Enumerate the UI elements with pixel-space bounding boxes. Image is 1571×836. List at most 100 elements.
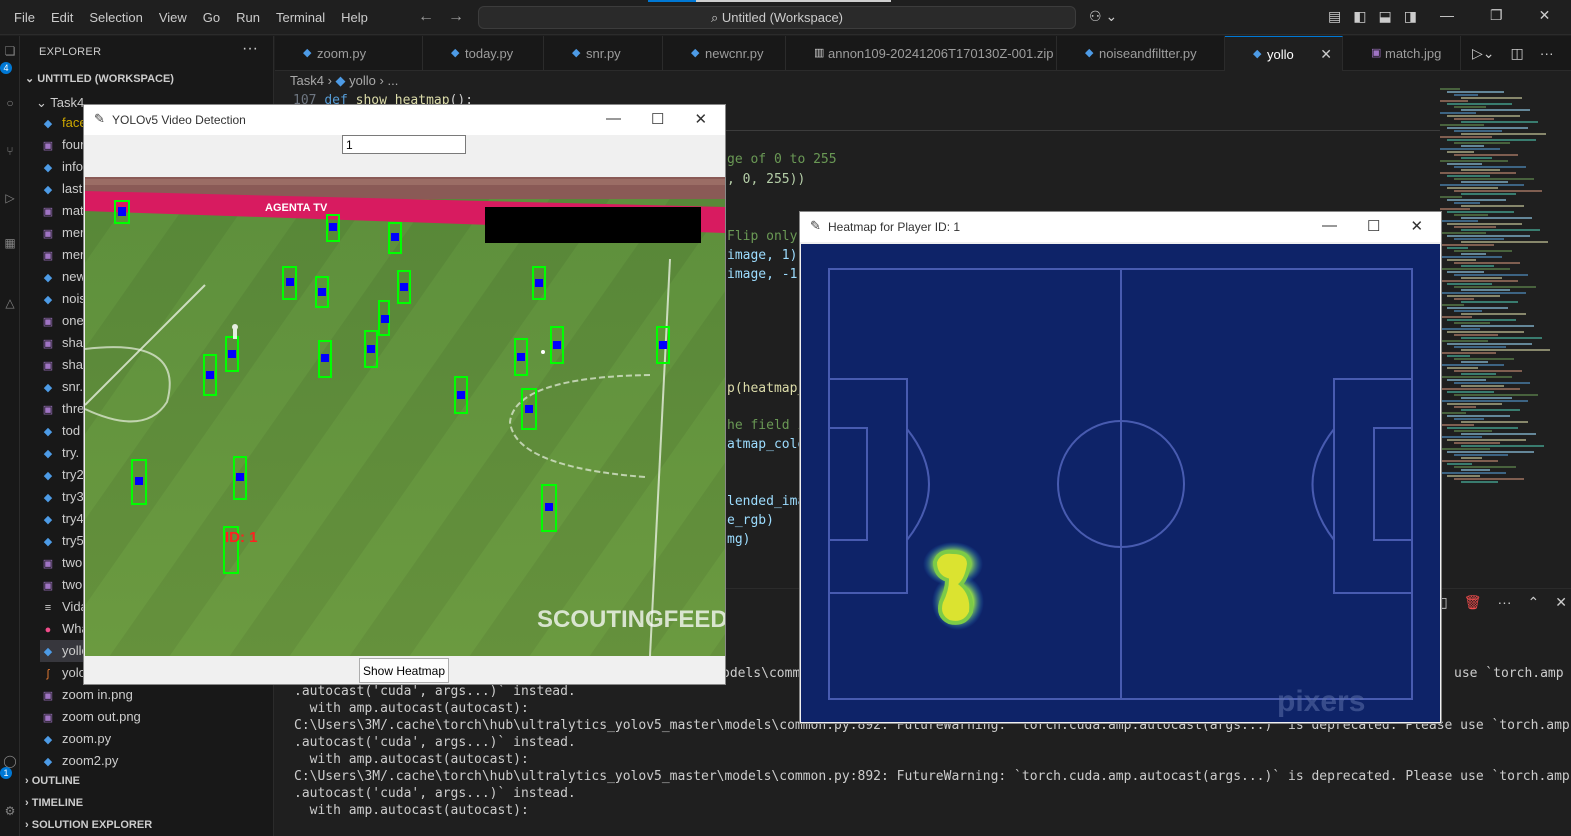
tab-zoom-py[interactable]: ◆ zoom.py	[275, 36, 423, 71]
python-file-icon: ◆	[43, 756, 53, 768]
trash-icon[interactable]: 🗑	[1464, 594, 1482, 611]
heatmap-window: ✎ Heatmap for Player ID: 1 — ☐ ✕ pixers	[799, 211, 1442, 724]
breadcrumb-symbol[interactable]: ...	[387, 73, 398, 88]
show-heatmap-button[interactable]: Show Heatmap	[359, 658, 449, 683]
minimap-line	[1454, 118, 1494, 120]
menu-help[interactable]: Help	[333, 10, 376, 25]
minimize-icon[interactable]: —	[606, 110, 621, 128]
restore-icon[interactable]: ❐	[1490, 7, 1503, 24]
maximize-icon[interactable]: ☐	[651, 110, 664, 128]
file-row[interactable]: ◆ zoom.py	[40, 728, 274, 750]
customize-layout-icon[interactable]: ▤	[1328, 8, 1341, 25]
code-fragment: , 0, 255))	[727, 172, 806, 187]
tab-noiseandfiltter-py[interactable]: ◆ noiseandfiltter.py	[1057, 36, 1225, 71]
close-icon[interactable]: ✕	[1410, 217, 1423, 235]
source-control-icon[interactable]: ⑂	[0, 144, 20, 158]
window-title: YOLOv5 Video Detection	[112, 113, 246, 127]
breadcrumb-file[interactable]: yollo	[349, 73, 376, 88]
command-center-search[interactable]: ⌕ Untitled (Workspace)	[478, 6, 1076, 29]
minimap-line	[1454, 322, 1490, 324]
forward-arrow-icon[interactable]: →	[448, 8, 464, 25]
tab-newcnr-py[interactable]: ◆ newcnr.py	[663, 36, 786, 71]
toggle-sidebar-icon[interactable]: ◧	[1353, 8, 1366, 25]
chevron-up-icon[interactable]: ⌃	[1528, 594, 1540, 611]
minimap-line	[1461, 469, 1490, 471]
file-label: mat	[62, 203, 84, 218]
testing-icon[interactable]: △	[0, 296, 20, 310]
minimap-line	[1440, 160, 1508, 162]
breadcrumb-folder[interactable]: Task4	[290, 73, 324, 88]
more-actions-icon[interactable]: ···	[1498, 594, 1512, 611]
more-actions-icon[interactable]: ···	[242, 40, 258, 58]
tab-today-py[interactable]: ◆ today.py	[423, 36, 544, 71]
zip-file-icon: ▥	[814, 47, 825, 59]
minimize-icon[interactable]: —	[1322, 217, 1337, 235]
minimap-line	[1461, 481, 1498, 483]
tab-zip-file[interactable]: ▥ annon109-20241206T170130Z-001.zip	[786, 36, 1057, 71]
run-icon[interactable]: ▷⌄	[1472, 45, 1495, 62]
workspace-header[interactable]: ⌄ UNTITLED (WORKSPACE)	[25, 72, 174, 85]
minimap-line	[1461, 205, 1524, 207]
tab-label: yollo	[1267, 47, 1294, 62]
yolo-detection-window: ✎ YOLOv5 Video Detection — ☐ ✕ 1 AGENTA …	[83, 104, 726, 685]
minimap-line	[1440, 352, 1496, 354]
file-label: try2	[62, 467, 84, 482]
account-badge: 1	[0, 767, 12, 779]
tab-yollo[interactable]: ◆ yollo ✕	[1225, 36, 1343, 71]
minimap-line	[1454, 250, 1512, 252]
text-file-icon: ≡	[44, 602, 52, 614]
minimap-line	[1440, 124, 1484, 126]
yolo-window-titlebar[interactable]: ✎ YOLOv5 Video Detection — ☐ ✕	[84, 105, 725, 135]
toggle-panel-icon[interactable]: ⬓	[1378, 8, 1391, 25]
tab-snr-py[interactable]: ◆ snr.py	[544, 36, 663, 71]
close-panel-icon[interactable]: ✕	[1555, 594, 1567, 611]
minimap-line	[1461, 265, 1494, 267]
maximize-icon[interactable]: ☐	[1367, 217, 1380, 235]
layout-controls: ▤ ◧ ⬓ ◨	[1328, 8, 1417, 25]
file-row[interactable]: ▣ zoom in.png	[40, 684, 274, 706]
settings-gear-icon[interactable]: ⚙	[0, 804, 20, 818]
file-row[interactable]: ▣ zoom out.png	[40, 706, 274, 728]
terminal-line: with amp.autocast(autocast):	[294, 701, 529, 716]
account-icon[interactable]: ◯	[0, 754, 20, 768]
explorer-icon[interactable]: ❏	[0, 44, 20, 58]
player-id-input[interactable]	[342, 135, 466, 154]
split-editor-icon[interactable]: ◫	[1511, 45, 1524, 62]
menu-run[interactable]: Run	[228, 10, 268, 25]
menu-edit[interactable]: Edit	[43, 10, 81, 25]
menu-view[interactable]: View	[151, 10, 195, 25]
image-file-icon: ▣	[42, 712, 54, 724]
minimap-line	[1440, 208, 1470, 210]
copilot-icon[interactable]: ⚇ ⌄	[1089, 8, 1117, 25]
timeline-section[interactable]: › TIMELINE	[25, 797, 83, 809]
toggle-secondary-sidebar-icon[interactable]: ◨	[1404, 8, 1417, 25]
code-fragment: he field i	[727, 418, 806, 433]
run-debug-icon[interactable]: ▷	[0, 191, 20, 205]
menu-terminal[interactable]: Terminal	[268, 10, 333, 25]
close-icon[interactable]: ✕	[694, 110, 707, 128]
minimap-line	[1440, 148, 1500, 150]
minimap-line	[1461, 145, 1484, 147]
menu-go[interactable]: Go	[195, 10, 228, 25]
tab-label: annon109-20241206T170130Z-001.zip	[828, 46, 1054, 61]
minimap-line	[1447, 235, 1530, 237]
video-frame: AGENTA TV ID: 1 SCOUTINGFEED	[85, 177, 725, 656]
menu-selection[interactable]: Selection	[81, 10, 150, 25]
solution-explorer-section[interactable]: › SOLUTION EXPLORER	[25, 819, 152, 831]
explorer-title: EXPLORER	[39, 46, 102, 58]
file-row[interactable]: ◆ zoom2.py	[40, 750, 274, 772]
heatmap-window-titlebar[interactable]: ✎ Heatmap for Player ID: 1 — ☐ ✕	[800, 212, 1441, 242]
close-tab-icon[interactable]: ✕	[1320, 37, 1332, 72]
search-activity-icon[interactable]: ○	[0, 96, 20, 110]
tab-match-jpg[interactable]: ▣ match.jpg	[1343, 36, 1461, 71]
minimize-icon[interactable]: —	[1440, 7, 1454, 24]
outline-section[interactable]: › OUTLINE	[25, 775, 80, 787]
folder-task4[interactable]: ⌄ Task4	[36, 95, 84, 111]
minimap[interactable]	[1440, 88, 1560, 488]
more-actions-icon[interactable]: ···	[1540, 45, 1554, 62]
extensions-icon[interactable]: ▦	[0, 236, 20, 250]
back-arrow-icon[interactable]: ←	[418, 8, 434, 25]
file-label: info	[62, 159, 83, 174]
menu-file[interactable]: File	[6, 10, 43, 25]
close-icon[interactable]: ✕	[1539, 7, 1551, 24]
